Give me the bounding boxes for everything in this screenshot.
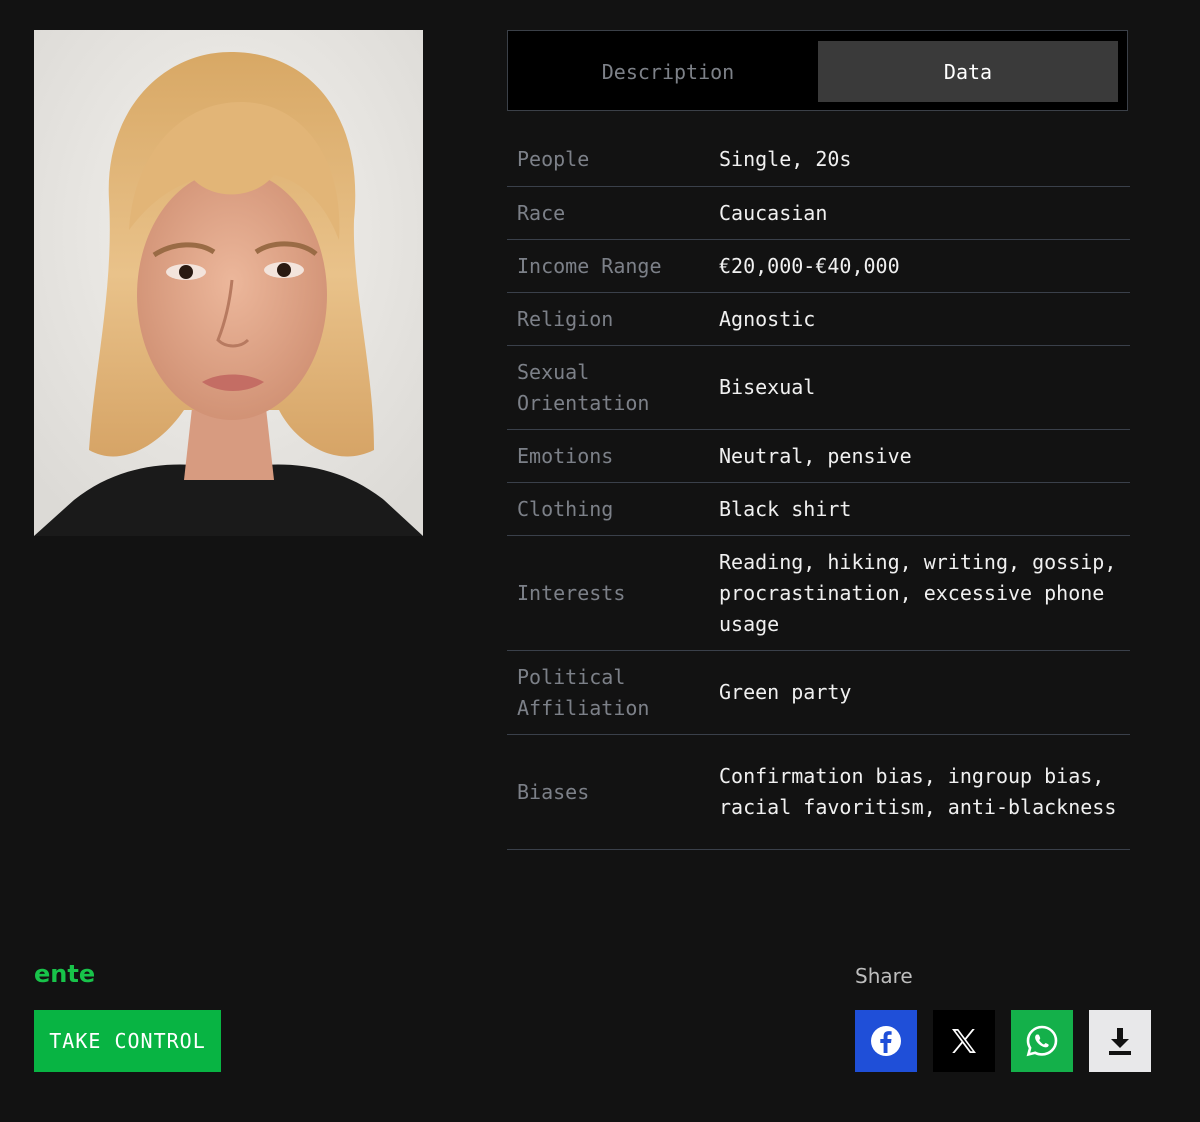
- row-label: Income Range: [517, 253, 662, 278]
- share-label: Share: [855, 964, 913, 988]
- row-label: Emotions: [517, 443, 614, 468]
- facebook-share-button[interactable]: [855, 1010, 917, 1072]
- row-label: Interests: [517, 580, 626, 605]
- row-value: Black shirt: [719, 496, 852, 521]
- x-icon: [952, 1029, 976, 1053]
- row-label: Sexual Orientation: [517, 359, 650, 415]
- download-icon: [1109, 1028, 1131, 1055]
- row-label: Biases: [517, 779, 590, 804]
- row-value: Confirmation bias, ingroup bias, racial …: [719, 764, 1117, 819]
- row-label: Political Affiliation: [517, 664, 650, 720]
- table-row: Sexual Orientation Bisexual: [507, 346, 1130, 430]
- table-row: Clothing Black shirt: [507, 483, 1130, 536]
- portrait-photo: [34, 30, 423, 536]
- facebook-icon: [871, 1026, 901, 1056]
- table-row: Religion Agnostic: [507, 293, 1130, 346]
- take-control-button[interactable]: TAKE CONTROL: [34, 1010, 221, 1072]
- row-label: People: [517, 147, 590, 171]
- row-label: Clothing: [517, 496, 614, 521]
- tab-bar: Description Data: [507, 30, 1128, 111]
- row-value: Agnostic: [719, 306, 816, 331]
- row-label: Religion: [517, 306, 614, 331]
- row-value: €20,000-€40,000: [719, 253, 900, 278]
- table-row: Political Affiliation Green party: [507, 651, 1130, 735]
- row-label: Race: [517, 200, 566, 225]
- data-table: People Single, 20s Race Caucasian Income…: [507, 133, 1130, 850]
- brand-logo[interactable]: ente: [34, 960, 95, 988]
- whatsapp-share-button[interactable]: [1011, 1010, 1073, 1072]
- table-row: Interests Reading, hiking, writing, goss…: [507, 536, 1130, 651]
- table-row: Race Caucasian: [507, 187, 1130, 240]
- download-button[interactable]: [1089, 1010, 1151, 1072]
- row-value: Bisexual: [719, 375, 816, 399]
- table-row: Emotions Neutral, pensive: [507, 430, 1130, 483]
- whatsapp-icon: [1026, 1025, 1058, 1057]
- row-value: Green party: [719, 680, 852, 704]
- tab-data[interactable]: Data: [818, 41, 1118, 102]
- tab-description[interactable]: Description: [518, 41, 818, 102]
- table-row: People Single, 20s: [507, 133, 1130, 187]
- table-row: Income Range €20,000-€40,000: [507, 240, 1130, 293]
- row-value: Caucasian: [719, 200, 828, 225]
- table-row: Biases Confirmation bias, ingroup bias, …: [507, 735, 1130, 850]
- row-value: Neutral, pensive: [719, 443, 912, 468]
- x-share-button[interactable]: [933, 1010, 995, 1072]
- row-value: Reading, hiking, writing, gossip, procra…: [719, 549, 1117, 636]
- row-value: Single, 20s: [719, 147, 852, 171]
